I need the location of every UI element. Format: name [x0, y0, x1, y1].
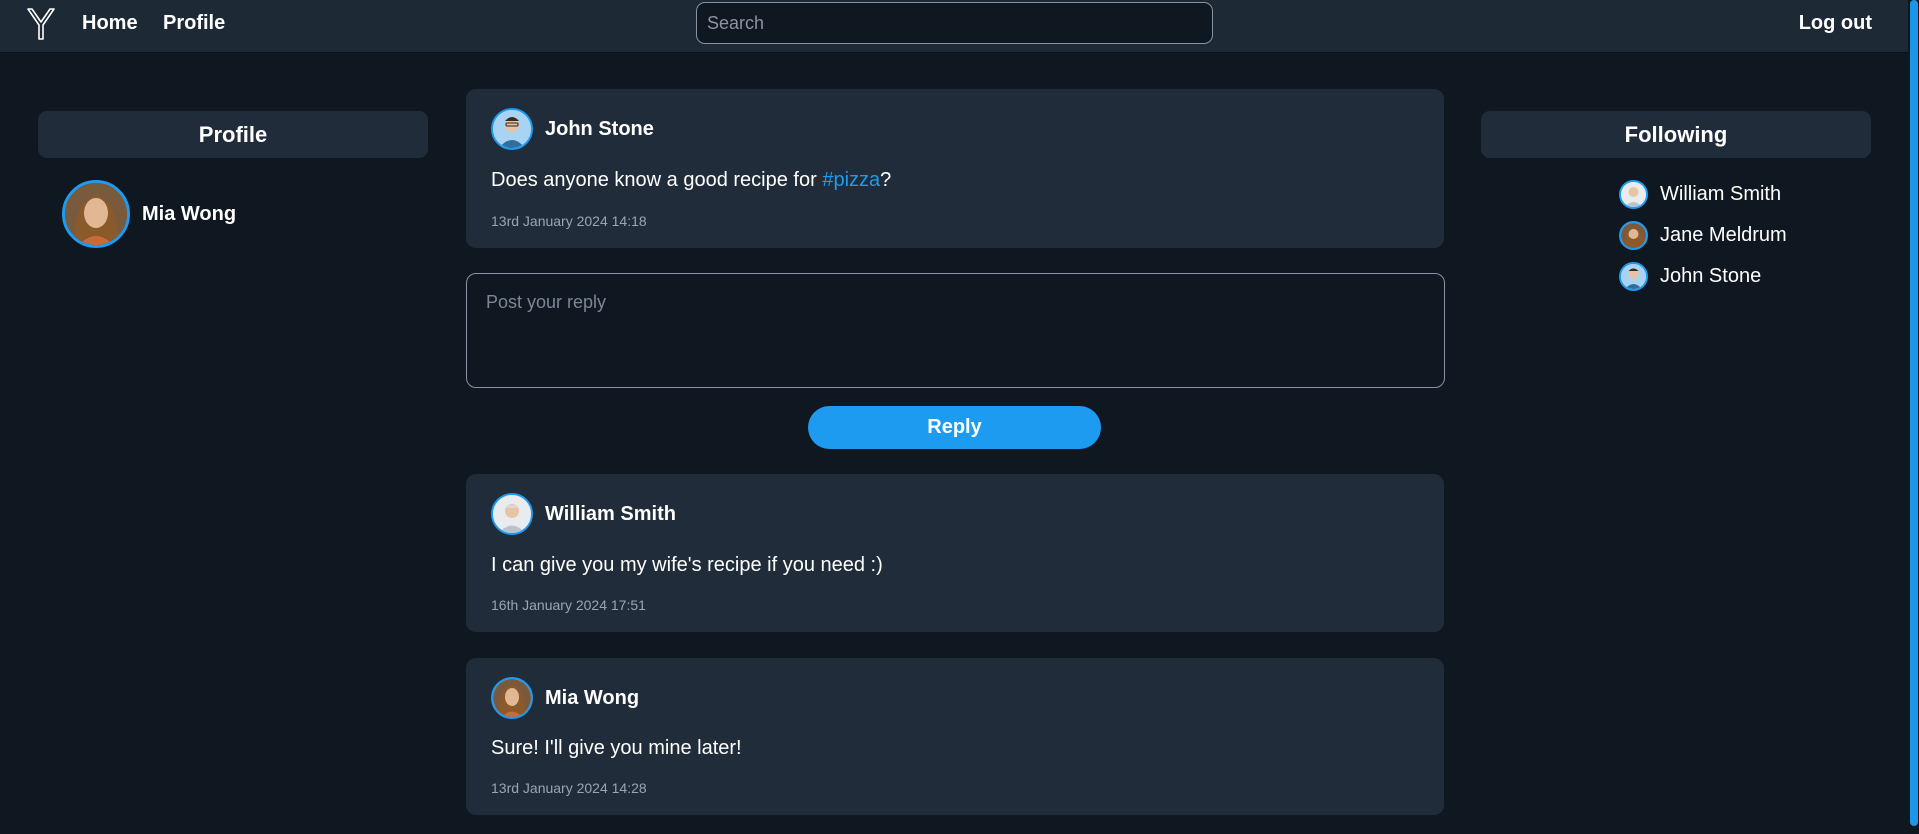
post-timestamp: 13rd January 2024 14:28	[491, 780, 647, 796]
post-text: I can give you my wife's recipe if you n…	[491, 554, 883, 576]
avatar	[62, 180, 130, 248]
following-panel-title: Following	[1481, 111, 1871, 158]
search-input[interactable]	[696, 2, 1213, 44]
profile-user[interactable]: Mia Wong	[62, 180, 236, 248]
following-item[interactable]: John Stone	[1619, 262, 1787, 291]
avatar	[1619, 221, 1648, 250]
profile-user-name: Mia Wong	[142, 202, 237, 225]
reply-textarea[interactable]	[466, 273, 1445, 388]
following-name: John Stone	[1660, 265, 1762, 287]
following-name: Jane Meldrum	[1660, 224, 1787, 246]
following-item[interactable]: Jane Meldrum	[1619, 221, 1787, 250]
nav-home-link[interactable]: Home	[82, 12, 138, 35]
post-timestamp: 16th January 2024 17:51	[491, 597, 646, 613]
following-item[interactable]: William Smith	[1619, 180, 1787, 209]
y-logo-icon[interactable]	[26, 7, 56, 41]
avatar[interactable]	[491, 493, 533, 535]
profile-panel-title: Profile	[38, 111, 428, 158]
post-text-after: ?	[880, 169, 892, 191]
following-list: William Smith Jane Meldrum John Stone	[1619, 180, 1787, 303]
avatar	[1619, 180, 1648, 209]
post-header: John Stone	[491, 108, 654, 150]
avatar	[1619, 262, 1648, 291]
reply-post: Mia Wong Sure! I'll give you mine later!…	[466, 658, 1444, 815]
post-author-name[interactable]: John Stone	[545, 118, 654, 141]
logout-link[interactable]: Log out	[1799, 12, 1872, 35]
reply-post: William Smith I can give you my wife's r…	[466, 474, 1444, 632]
top-navbar: Home Profile Log out	[0, 0, 1908, 53]
avatar[interactable]	[491, 677, 533, 719]
post-text-before: Does anyone know a good recipe for	[491, 169, 823, 191]
post-author-name[interactable]: Mia Wong	[545, 687, 639, 710]
scrollbar-track[interactable]	[1908, 0, 1919, 834]
post-header: Mia Wong	[491, 677, 639, 719]
post-text: Does anyone know a good recipe for #pizz…	[491, 169, 891, 192]
post-timestamp: 13rd January 2024 14:18	[491, 213, 647, 229]
nav-profile-link[interactable]: Profile	[163, 12, 225, 35]
reply-button[interactable]: Reply	[808, 406, 1101, 449]
scrollbar-thumb[interactable]	[1910, 0, 1918, 826]
hashtag-link[interactable]: #pizza	[822, 169, 880, 191]
post-header: William Smith	[491, 493, 676, 535]
following-name: William Smith	[1660, 183, 1782, 205]
main-post: John Stone Does anyone know a good recip…	[466, 89, 1444, 248]
post-text: Sure! I'll give you mine later!	[491, 737, 742, 759]
avatar[interactable]	[491, 108, 533, 150]
post-author-name[interactable]: William Smith	[545, 503, 676, 526]
